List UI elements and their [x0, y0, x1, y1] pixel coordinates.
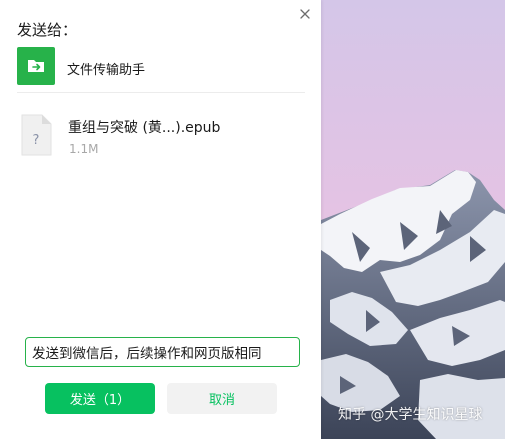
file-name: 重组与突破 (黄...).epub [68, 120, 221, 136]
send-to-dialog: 发送给： 文件传输助手 ? 重组与突破 (黄...).epub 1.1M 发送（… [0, 0, 321, 439]
watermark: 知乎 @大学生知识星球 [338, 407, 483, 423]
file-card: ? 重组与突破 (黄...).epub 1.1M [20, 114, 310, 164]
message-input[interactable] [25, 337, 300, 367]
send-to-title: 发送给： [17, 21, 78, 39]
recipient-name: 文件传输助手 [67, 63, 146, 78]
file-size: 1.1M [69, 142, 99, 156]
folder-arrow-icon [17, 47, 55, 85]
close-icon[interactable] [296, 5, 314, 23]
send-button[interactable]: 发送（1） [45, 383, 155, 414]
cancel-button[interactable]: 取消 [167, 383, 277, 414]
svg-text:?: ? [33, 133, 40, 148]
unknown-file-icon: ? [20, 114, 52, 160]
recipient-item: 文件传输助手 [17, 47, 305, 93]
